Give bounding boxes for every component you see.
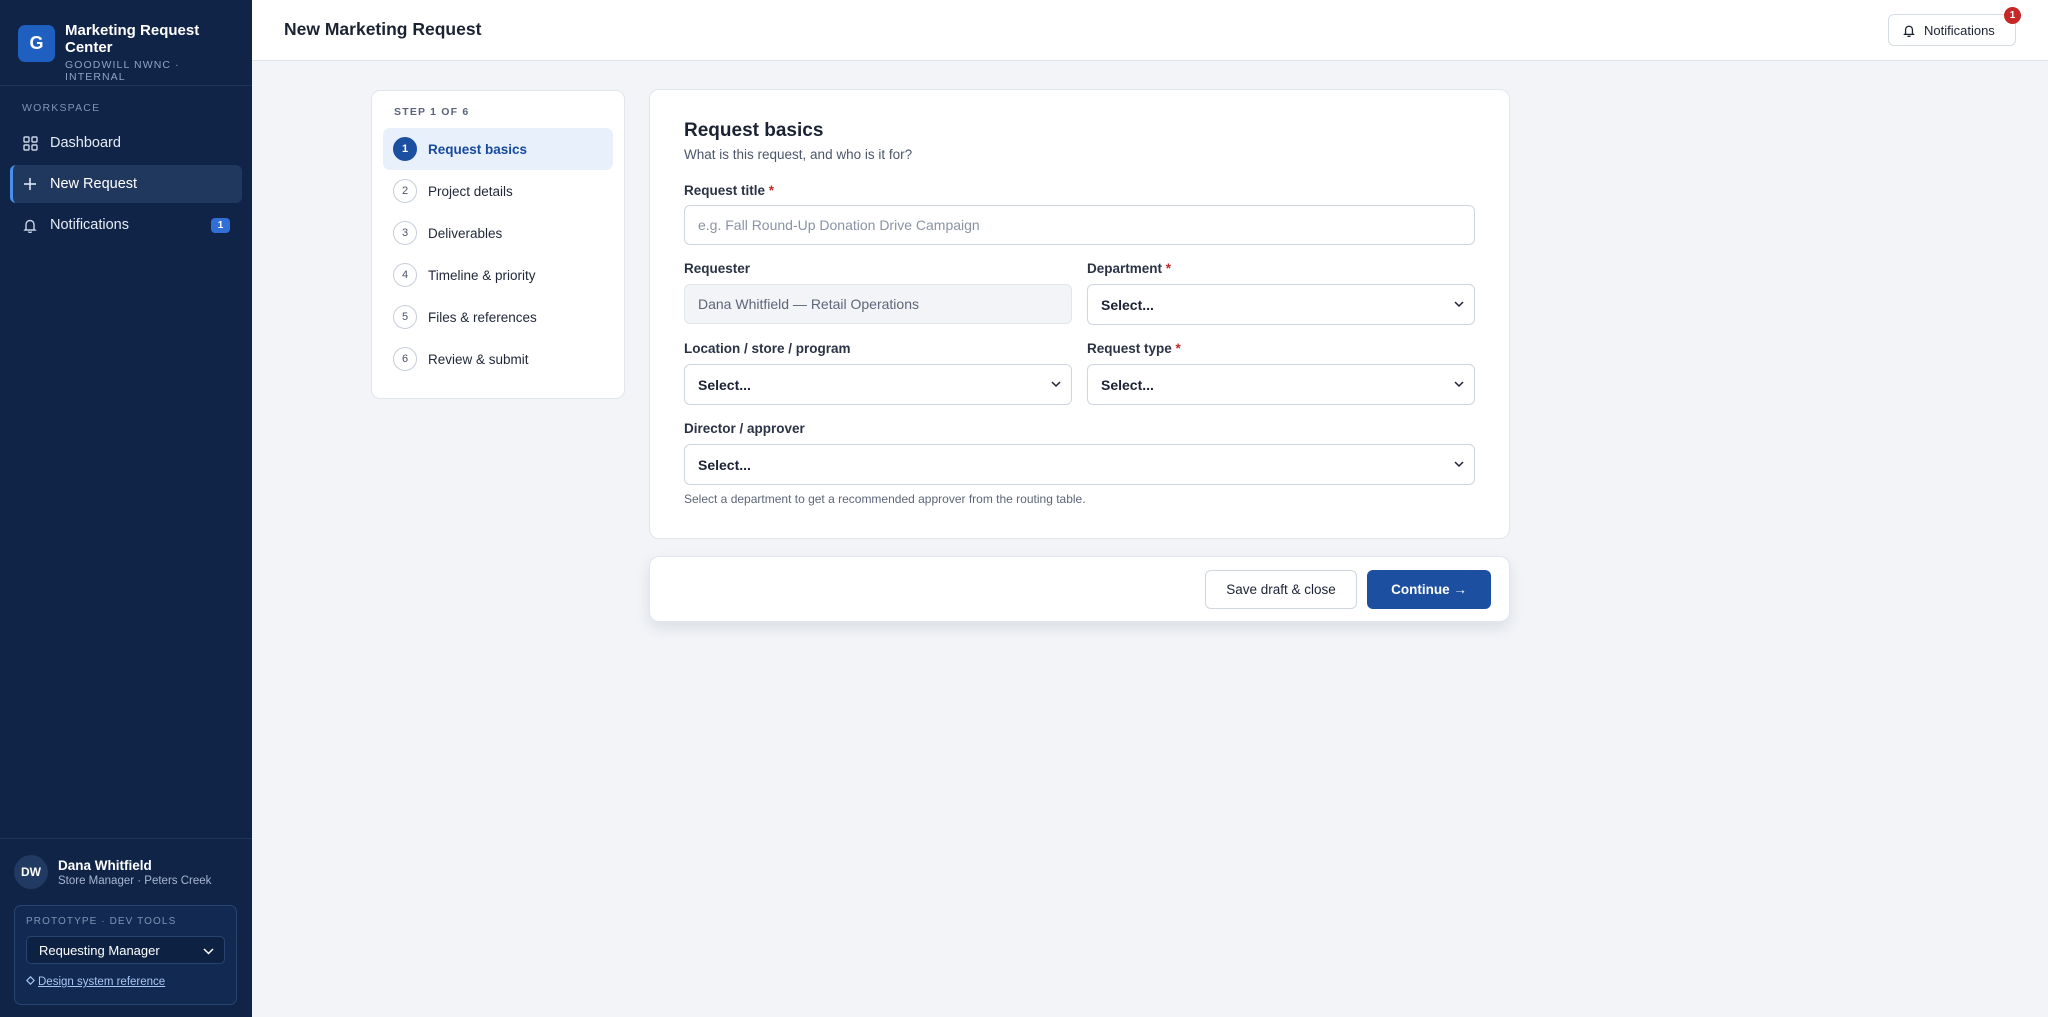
app-title: Marketing Request Center (65, 22, 200, 56)
step-number: 5 (393, 305, 417, 329)
dev-tools-panel: PROTOTYPE · DEV TOOLS Requesting Manager… (14, 905, 237, 1005)
role-select[interactable]: Requesting Manager (26, 936, 225, 964)
request-type-select[interactable]: Select... (1087, 364, 1475, 405)
location-label: Location / store / program (684, 341, 851, 356)
notifications-button[interactable]: Notifications 1 (1888, 7, 2021, 46)
step-label: Timeline & priority (428, 267, 536, 283)
notifications-badge: 1 (211, 218, 230, 233)
sidebar-nav: Dashboard New Request Notifications 1 (10, 124, 242, 247)
brand: G Marketing Request Center GOODWILL NWNC… (0, 0, 252, 86)
section-title: Request basics (684, 120, 824, 141)
chevron-down-icon (1454, 461, 1464, 468)
step-label: Review & submit (428, 351, 529, 367)
department-label: Department * (1087, 261, 1171, 276)
sidebar-item-label: Notifications (50, 217, 129, 233)
step-label: Files & references (428, 309, 537, 325)
sidebar: G Marketing Request Center GOODWILL NWNC… (0, 0, 252, 1017)
dev-tools-label: PROTOTYPE · DEV TOOLS (26, 916, 177, 927)
chevron-down-icon (1051, 381, 1061, 388)
user-profile[interactable]: DW Dana Whitfield Store Manager · Peters… (14, 855, 238, 889)
diamond-icon (25, 975, 36, 988)
step-project-details[interactable]: 2 Project details (383, 170, 613, 212)
step-label: Deliverables (428, 225, 503, 241)
step-review-submit[interactable]: 6 Review & submit (383, 338, 613, 380)
request-type-label: Request type * (1087, 341, 1181, 356)
user-area: DW Dana Whitfield Store Manager · Peters… (0, 838, 252, 1005)
sidebar-item-new-request[interactable]: New Request (10, 165, 242, 203)
step-timeline-priority[interactable]: 4 Timeline & priority (383, 254, 613, 296)
step-progress-label: STEP 1 OF 6 (394, 106, 470, 118)
sidebar-item-label: Dashboard (50, 135, 121, 151)
step-files-references[interactable]: 5 Files & references (383, 296, 613, 338)
step-number: 1 (393, 137, 417, 161)
page-title: New Marketing Request (284, 19, 482, 39)
requester-field: Dana Whitfield — Retail Operations (684, 284, 1072, 324)
notifications-count-badge: 1 (2004, 7, 2021, 24)
location-select[interactable]: Select... (684, 364, 1072, 405)
director-label: Director / approver (684, 421, 805, 436)
continue-button[interactable]: Continue → (1367, 570, 1491, 609)
form-actions-bar: Save draft & close Continue → (649, 556, 1510, 622)
user-role: Store Manager · Peters Creek (58, 874, 212, 887)
plus-icon (22, 176, 38, 192)
avatar: DW (14, 855, 48, 889)
department-select[interactable]: Select... (1087, 284, 1475, 325)
design-system-link[interactable]: Design system reference (25, 975, 225, 988)
sidebar-item-notifications[interactable]: Notifications 1 (10, 206, 242, 244)
requester-value: Dana Whitfield — Retail Operations (698, 296, 919, 312)
request-title-label-text: Request title (684, 183, 766, 198)
request-title-placeholder: e.g. Fall Round-Up Donation Drive Campai… (698, 217, 980, 233)
step-number: 6 (393, 347, 417, 371)
department-label-text: Department (1087, 261, 1163, 276)
step-request-basics[interactable]: 1 Request basics (383, 128, 613, 170)
director-select-value: Select... (698, 456, 751, 473)
director-hint: Select a department to get a recommended… (684, 492, 1086, 506)
director-select[interactable]: Select... (684, 444, 1475, 485)
brand-logo: G (18, 25, 55, 62)
request-basics-card: Request basics What is this request, and… (649, 89, 1510, 539)
role-select-value: Requesting Manager (39, 942, 160, 958)
design-system-link-label: Design system reference (38, 976, 166, 988)
step-number: 4 (393, 263, 417, 287)
chevron-down-icon (1454, 301, 1464, 308)
request-type-select-value: Select... (1101, 376, 1154, 393)
step-number: 3 (393, 221, 417, 245)
section-subtitle: What is this request, and who is it for? (684, 147, 913, 162)
chevron-down-icon (1454, 381, 1464, 388)
save-draft-button[interactable]: Save draft & close (1205, 570, 1357, 609)
request-title-input[interactable]: e.g. Fall Round-Up Donation Drive Campai… (684, 205, 1475, 245)
required-marker: * (1165, 261, 1172, 276)
department-select-value: Select... (1101, 296, 1154, 313)
step-number: 2 (393, 179, 417, 203)
sidebar-item-dashboard[interactable]: Dashboard (10, 124, 242, 162)
step-label: Request basics (428, 141, 528, 157)
step-label: Project details (428, 183, 513, 199)
topbar: New Marketing Request Notifications 1 (252, 0, 2048, 61)
request-type-label-text: Request type (1087, 341, 1172, 356)
requester-label: Requester (684, 261, 751, 276)
bell-icon (1903, 24, 1915, 37)
bell-icon (22, 217, 38, 233)
workspace-label: WORKSPACE (22, 102, 101, 114)
required-marker: * (768, 183, 775, 198)
required-marker: * (1175, 341, 1181, 356)
sidebar-item-label: New Request (50, 176, 138, 192)
step-navigator: STEP 1 OF 6 1 Request basics 2 Project d… (371, 90, 625, 399)
request-title-label: Request title * (684, 183, 774, 198)
grid-icon (22, 135, 38, 151)
notifications-button-label: Notifications (1924, 22, 1995, 38)
location-select-value: Select... (698, 376, 751, 393)
user-name: Dana Whitfield (58, 857, 152, 873)
app-subtitle: GOODWILL NWNC · INTERNAL (65, 59, 180, 83)
chevron-down-icon (203, 943, 214, 958)
step-deliverables[interactable]: 3 Deliverables (383, 212, 613, 254)
